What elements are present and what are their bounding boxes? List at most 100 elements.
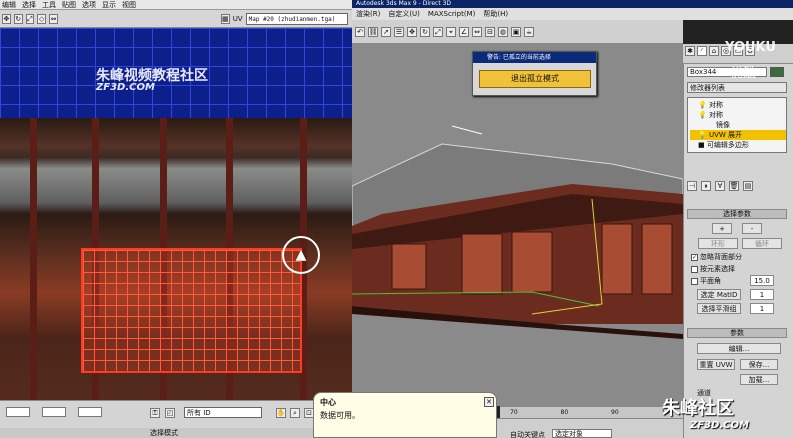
matid-spinner[interactable]: 1: [750, 289, 774, 300]
id-select[interactable]: 所有 ID: [184, 407, 262, 418]
align-icon[interactable]: ⊟: [485, 26, 495, 37]
mirror-icon[interactable]: ⇔: [49, 13, 58, 24]
timeline[interactable]: 70 80 90 100: [500, 406, 683, 418]
uv-status-bar: 选择模式: [0, 428, 352, 438]
uv-menu-mapping[interactable]: 贴图: [62, 0, 76, 9]
render-icon[interactable]: ☕: [524, 26, 534, 37]
planar-angle-checkbox[interactable]: 平面角: [691, 276, 721, 286]
pin-stack-icon[interactable]: ⊣: [687, 181, 697, 191]
save-button[interactable]: 保存...: [740, 359, 778, 370]
checkbox-checked[interactable]: ✓: [691, 253, 698, 261]
stack-item-symmetry[interactable]: 💡 对称: [690, 110, 786, 120]
bulb-icon[interactable]: 💡: [698, 111, 707, 119]
undo-icon[interactable]: ↶: [355, 26, 365, 37]
configure-sets-icon[interactable]: ▤: [743, 181, 753, 191]
snap-icon[interactable]: ⌖: [446, 26, 456, 37]
max-menu-customize[interactable]: 自定义(U): [388, 8, 420, 20]
uv-menu-options[interactable]: 选项: [82, 0, 96, 9]
grow-button[interactable]: +: [712, 223, 732, 234]
checkbox[interactable]: [691, 277, 698, 285]
scale-icon[interactable]: ⤢: [25, 13, 35, 24]
modifier-list-dropdown[interactable]: 修改器列表: [687, 82, 787, 93]
rotate-icon[interactable]: ↻: [13, 13, 23, 24]
reset-uvw-button[interactable]: 重置 UVW: [697, 359, 735, 370]
modify-tab-icon[interactable]: ◜: [697, 46, 707, 56]
selection-icon[interactable]: ◰: [165, 408, 175, 418]
bulb-icon[interactable]: 💡: [698, 131, 707, 139]
smooth-spinner[interactable]: 1: [750, 303, 774, 314]
angle-snap-icon[interactable]: ∠: [459, 26, 469, 37]
uv-status-text: 选择模式: [150, 429, 178, 437]
close-icon[interactable]: ✕: [484, 397, 494, 407]
show-end-result-icon[interactable]: ⏸: [701, 181, 711, 191]
u-spinner[interactable]: [6, 407, 30, 417]
remove-modifier-icon[interactable]: 🗑: [729, 181, 739, 191]
scale-icon[interactable]: ⤢: [433, 26, 443, 37]
freeform-icon[interactable]: ◇: [37, 13, 47, 24]
uv-island-selected[interactable]: [81, 248, 302, 373]
ring-button[interactable]: 环形: [698, 238, 738, 249]
isolate-dialog-title: 警告: 已孤立的当前选择: [473, 52, 596, 63]
make-unique-icon[interactable]: ∀: [715, 181, 725, 191]
rollout-select-params[interactable]: 选择参数: [687, 209, 787, 219]
exit-isolation-button[interactable]: 退出孤立模式: [479, 70, 591, 88]
select-matid-button[interactable]: 选定 MatID: [697, 289, 741, 300]
move-icon[interactable]: ✥: [407, 26, 417, 37]
selected-dropdown[interactable]: 选定对象: [552, 429, 612, 438]
warning-triangle-icon: ▲: [295, 247, 307, 263]
mirror-icon[interactable]: ⇔: [472, 26, 482, 37]
max-menu-render[interactable]: 渲染(R): [356, 8, 380, 20]
stack-item-unwrap-uvw[interactable]: 💡 UVW 展开: [690, 130, 786, 140]
stack-item-mirror[interactable]: 镜像: [690, 120, 786, 130]
checkbox-label: 平面角: [700, 277, 721, 285]
checkbox-label: 按元素选择: [700, 265, 735, 273]
hierarchy-tab-icon[interactable]: ⌂: [709, 46, 719, 56]
select-link-icon[interactable]: ⛓: [368, 26, 378, 37]
uv-menu-select[interactable]: 选择: [22, 0, 36, 9]
checkbox[interactable]: [691, 265, 698, 273]
auto-key-label[interactable]: 自动关键点: [510, 430, 545, 438]
material-editor-icon[interactable]: ◍: [498, 26, 508, 37]
load-button[interactable]: 加载...: [740, 374, 778, 385]
stack-item-editable-poly[interactable]: ■ 可编辑多边形: [690, 140, 786, 150]
checker-icon[interactable]: ▦: [220, 13, 230, 24]
pan-icon[interactable]: ✋: [276, 408, 286, 418]
uv-menu-edit[interactable]: 编辑: [2, 0, 16, 9]
loop-button[interactable]: 循环: [742, 238, 782, 249]
stack-buttons: ⊣ ⏸ ∀ 🗑 ▤: [687, 180, 787, 192]
w-spinner[interactable]: [78, 407, 102, 417]
render-setup-icon[interactable]: ▣: [511, 26, 521, 37]
stack-label: 对称: [708, 101, 723, 109]
timeline-tick: 90: [611, 409, 619, 416]
lock-icon[interactable]: ⚿: [150, 408, 160, 418]
planar-angle-spinner[interactable]: 15.0: [750, 275, 774, 286]
uv-menu-tools[interactable]: 工具: [42, 0, 56, 9]
bulb-icon[interactable]: 💡: [698, 101, 707, 109]
uv-menu-display[interactable]: 显示: [102, 0, 116, 9]
move-icon[interactable]: ✥: [2, 13, 11, 24]
viewport-geometry: [351, 125, 684, 339]
create-tab-icon[interactable]: ✱: [685, 46, 695, 56]
max-menu-help[interactable]: 帮助(H): [483, 8, 508, 20]
perspective-viewport[interactable]: [351, 44, 684, 406]
max-main-toolbar: ↶ ⛓ ➚ ☰ ✥ ↻ ⤢ ⌖ ∠ ⇔ ⊟ ◍ ▣ ☕: [352, 20, 683, 44]
popup-text: 数据可用。: [320, 411, 360, 420]
transform-gizmo[interactable]: ▲: [282, 236, 320, 274]
select-by-element-checkbox[interactable]: 按元素选择: [691, 264, 735, 274]
edit-button[interactable]: 编辑...: [697, 343, 781, 354]
rollout-params[interactable]: 参数: [687, 328, 787, 338]
uv-menu-view[interactable]: 视图: [122, 0, 136, 9]
v-spinner[interactable]: [42, 407, 66, 417]
stack-item-symmetry[interactable]: 💡 对称: [690, 100, 786, 110]
select-name-icon[interactable]: ☰: [394, 26, 404, 37]
rotate-icon[interactable]: ↻: [420, 26, 430, 37]
select-smooth-button[interactable]: 选择平滑组: [697, 303, 741, 314]
ignore-backfacing-checkbox[interactable]: ✓ 忽略背面部分: [691, 252, 742, 262]
max-menu-maxscript[interactable]: MAXScript(M): [428, 8, 475, 20]
stack-label: 对称: [708, 111, 723, 119]
object-color-swatch[interactable]: [770, 67, 784, 77]
map-select[interactable]: Map #20 (zhudianmen.tga): [245, 12, 348, 25]
shrink-button[interactable]: -: [742, 223, 762, 234]
zoom-icon[interactable]: ⌕: [290, 408, 300, 418]
select-object-icon[interactable]: ➚: [381, 26, 391, 37]
